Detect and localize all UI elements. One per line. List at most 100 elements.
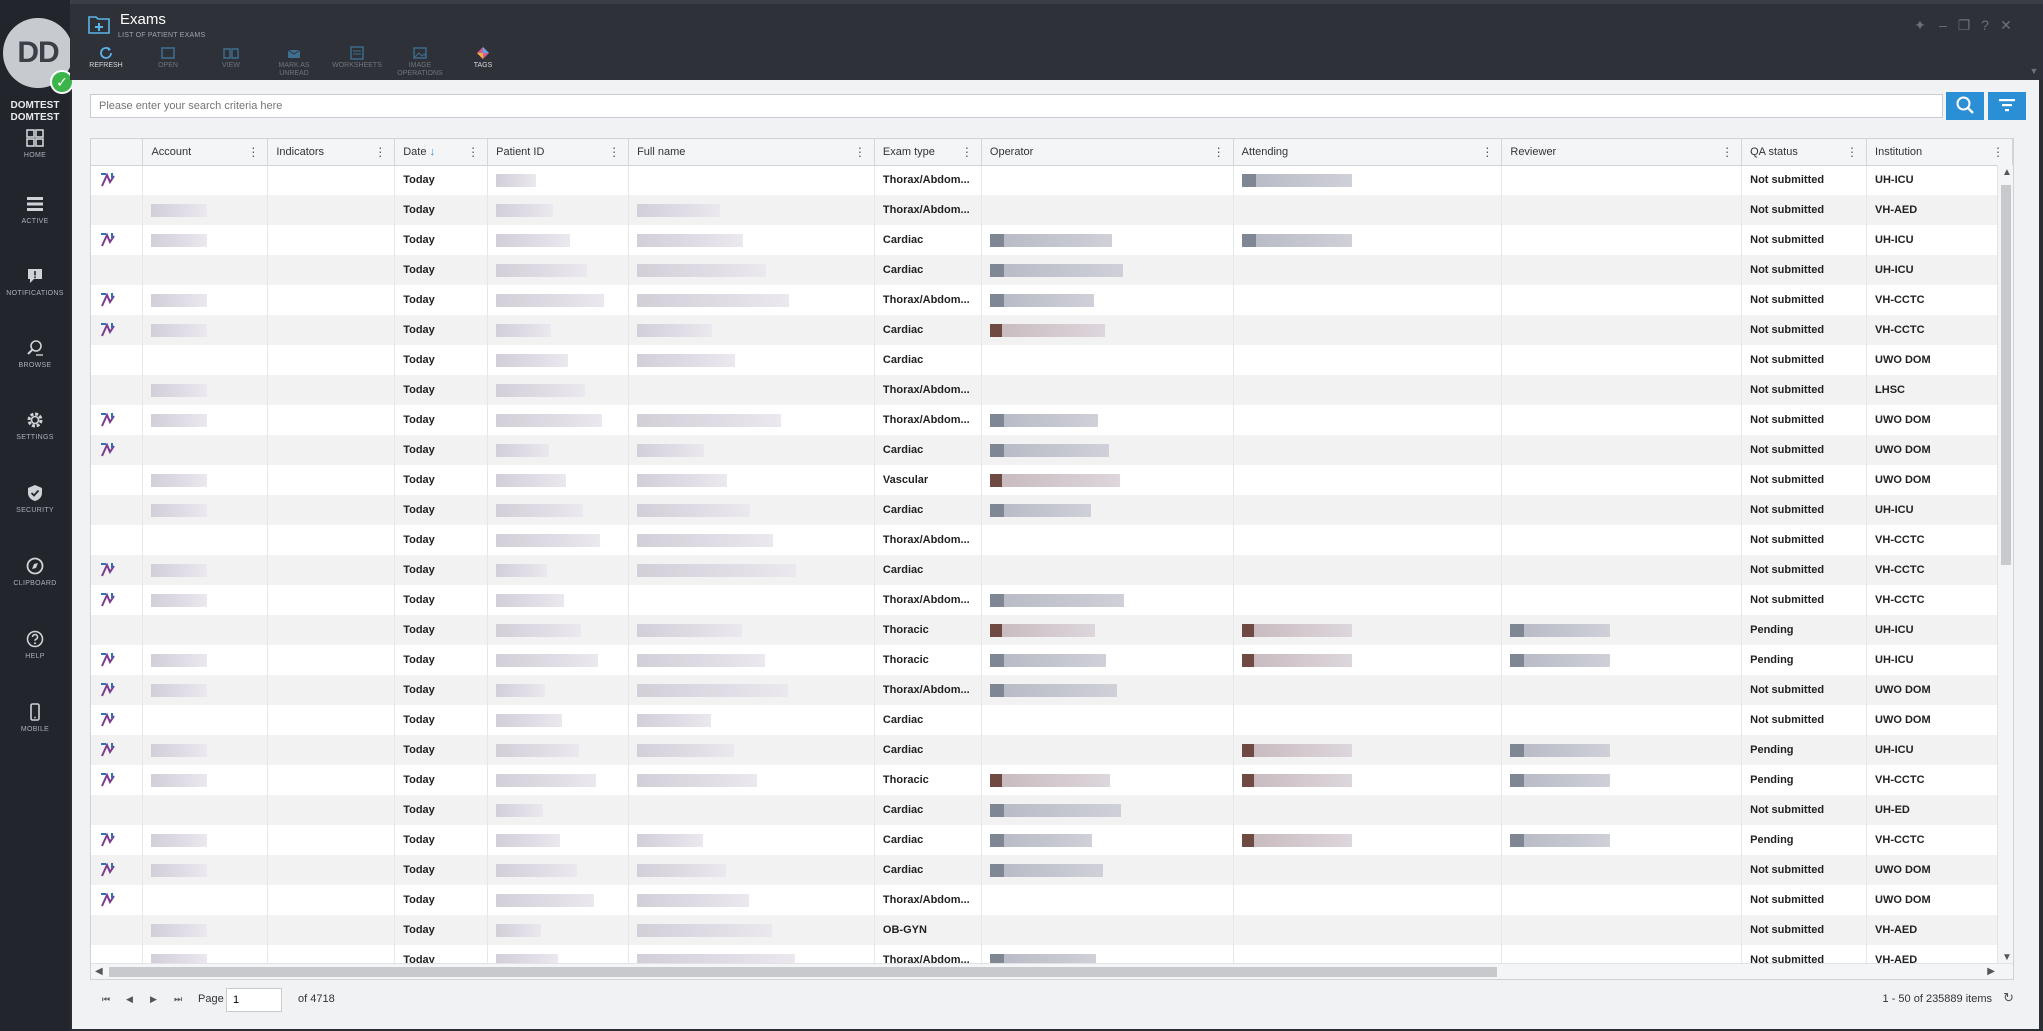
mark-as-unread-button[interactable]: MARK AS UNREAD <box>264 46 324 78</box>
measurement-tool-icon[interactable] <box>99 682 117 697</box>
nav-active[interactable]: ACTIVE <box>0 194 70 225</box>
last-page-icon[interactable]: ⏭ <box>174 994 182 1005</box>
column-header[interactable]: Reviewer ⋮ <box>1501 139 1743 166</box>
column-menu-icon[interactable]: ⋮ <box>247 145 259 159</box>
column-menu-icon[interactable]: ⋮ <box>1992 145 2004 159</box>
column-header[interactable]: Operator ⋮ <box>981 139 1234 166</box>
measurement-tool-icon[interactable] <box>99 712 117 727</box>
table-row[interactable]: Today Cardiac Not submitted VH-CCTC <box>91 555 2013 585</box>
measurement-tool-icon[interactable] <box>99 592 117 607</box>
nav-notifications[interactable]: NOTIFICATIONS <box>0 266 70 297</box>
refresh-button[interactable]: REFRESH <box>76 46 136 70</box>
table-row[interactable]: Today Cardiac Not submitted UWO DOM <box>91 705 2013 735</box>
measurement-tool-icon[interactable] <box>99 742 117 757</box>
chevron-down-icon[interactable]: ▼ <box>2025 62 2043 80</box>
open-button[interactable]: OPEN <box>138 46 198 70</box>
measurement-tool-icon[interactable] <box>99 442 117 457</box>
nav-home[interactable]: HOME <box>0 128 70 159</box>
column-header[interactable]: Attending ⋮ <box>1233 139 1503 166</box>
table-row[interactable]: Today Cardiac Not submitted UH-ICU <box>91 255 2013 285</box>
table-row[interactable]: Today Thorax/Abdom... Not submitted LHSC <box>91 375 2013 405</box>
table-row[interactable]: Today Cardiac Not submitted UH-ICU <box>91 495 2013 525</box>
column-header[interactable]: Exam type ⋮ <box>874 139 982 166</box>
measurement-tool-icon[interactable] <box>99 652 117 667</box>
table-row[interactable]: Today Thorax/Abdom... Not submitted UH-ICU <box>91 165 2013 195</box>
table-row[interactable]: Today Cardiac Not submitted UH-ICU <box>91 225 2013 255</box>
column-menu-icon[interactable]: ⋮ <box>374 145 386 159</box>
nav-clipboard[interactable]: CLIPBOARD <box>0 556 70 587</box>
restore-icon[interactable]: ❐ <box>1955 16 1973 34</box>
nav-mobile[interactable]: MOBILE <box>0 702 70 733</box>
table-row[interactable]: Today Cardiac Not submitted UWO DOM <box>91 855 2013 885</box>
column-menu-icon[interactable]: ⋮ <box>854 145 866 159</box>
chevron-down-icon[interactable]: ▼ <box>2002 952 2012 963</box>
table-row[interactable]: Today Thorax/Abdom... Not submitted UWO DOM <box>91 675 2013 705</box>
measurement-tool-icon[interactable] <box>99 322 117 337</box>
column-menu-icon[interactable]: ⋮ <box>608 145 620 159</box>
help-icon[interactable]: ? <box>1976 16 1994 34</box>
column-header[interactable]: Account ⋮ <box>142 139 269 166</box>
column-header[interactable]: Patient ID ⋮ <box>487 139 630 166</box>
table-row[interactable]: Today Thorax/Abdom... Not submitted UWO DOM <box>91 885 2013 915</box>
filter-button[interactable] <box>1988 92 2026 120</box>
measurement-tool-icon[interactable] <box>99 232 117 247</box>
column-menu-icon[interactable]: ⋮ <box>1846 145 1858 159</box>
first-page-icon[interactable]: ⏮ <box>102 994 110 1005</box>
measurement-tool-icon[interactable] <box>99 862 117 877</box>
prev-page-icon[interactable]: ◀ <box>126 994 133 1005</box>
table-row[interactable]: Today Thorax/Abdom... Not submitted VH-CCTC <box>91 585 2013 615</box>
measurement-tool-icon[interactable] <box>99 562 117 577</box>
refresh-icon[interactable]: ↻ <box>2003 990 2014 1006</box>
column-header[interactable] <box>91 139 144 166</box>
measurement-tool-icon[interactable] <box>99 172 117 187</box>
table-row[interactable]: Today Cardiac Not submitted VH-CCTC <box>91 315 2013 345</box>
table-row[interactable]: Today Vascular Not submitted UWO DOM <box>91 465 2013 495</box>
next-page-icon[interactable]: ▶ <box>150 994 157 1005</box>
chevron-right-icon[interactable]: ▶ <box>1987 966 1995 977</box>
search-button[interactable] <box>1946 92 1984 120</box>
nav-browse[interactable]: BROWSE <box>0 338 70 369</box>
table-row[interactable]: Today Thorax/Abdom... Not submitted VH-CCTC <box>91 525 2013 555</box>
column-header[interactable]: QA status ⋮ <box>1741 139 1868 166</box>
measurement-tool-icon[interactable] <box>99 772 117 787</box>
measurement-tool-icon[interactable] <box>99 832 117 847</box>
close-icon[interactable]: ✕ <box>1997 16 2015 34</box>
scroll-thumb[interactable] <box>109 967 1497 977</box>
nav-security[interactable]: SECURITY <box>0 483 70 514</box>
page-number-input[interactable] <box>226 988 282 1012</box>
column-menu-icon[interactable]: ⋮ <box>467 145 479 159</box>
pin-icon[interactable]: ✦ <box>1911 16 1929 34</box>
column-header[interactable]: Indicators ⋮ <box>267 139 396 166</box>
table-row[interactable]: Today Thoracic Pending UH-ICU <box>91 615 2013 645</box>
nav-help[interactable]: HELP <box>0 629 70 660</box>
worksheets-button[interactable]: WORKSHEETS <box>327 46 387 70</box>
table-row[interactable]: Today Thoracic Pending VH-CCTC <box>91 765 2013 795</box>
table-row[interactable]: Today Cardiac Not submitted UWO DOM <box>91 435 2013 465</box>
column-menu-icon[interactable]: ⋮ <box>1721 145 1733 159</box>
measurement-tool-icon[interactable] <box>99 892 117 907</box>
table-row[interactable]: Today Cardiac Not submitted UWO DOM <box>91 345 2013 375</box>
table-row[interactable]: Today Thorax/Abdom... Not submitted UWO DOM <box>91 405 2013 435</box>
column-menu-icon[interactable]: ⋮ <box>1213 145 1225 159</box>
column-header[interactable]: Full name ⋮ <box>628 139 875 166</box>
minimize-icon[interactable]: – <box>1934 16 1952 34</box>
table-row[interactable]: Today OB-GYN Not submitted VH-AED <box>91 915 2013 945</box>
table-row[interactable]: Today Cardiac Pending UH-ICU <box>91 735 2013 765</box>
column-menu-icon[interactable]: ⋮ <box>961 145 973 159</box>
table-row[interactable]: Today Cardiac Not submitted UH-ED <box>91 795 2013 825</box>
image-operations-button[interactable]: IMAGE OPERATIONS <box>390 46 450 78</box>
table-row[interactable]: Today Thoracic Pending UH-ICU <box>91 645 2013 675</box>
table-row[interactable]: Today Thorax/Abdom... Not submitted VH-AED <box>91 195 2013 225</box>
search-input[interactable] <box>90 94 1943 118</box>
chevron-left-icon[interactable]: ◀ <box>95 966 103 977</box>
table-row[interactable]: Today Cardiac Pending VH-CCTC <box>91 825 2013 855</box>
vertical-scrollbar[interactable]: ▲ ▼ <box>1997 165 2013 965</box>
column-menu-icon[interactable]: ⋮ <box>1481 145 1493 159</box>
tags-button[interactable]: TAGS <box>453 46 513 70</box>
horizontal-scrollbar[interactable]: ◀ ▶ <box>91 963 2013 979</box>
scroll-thumb[interactable] <box>2001 185 2011 565</box>
view-button[interactable]: VIEW <box>201 46 261 70</box>
column-header[interactable]: Date ↓ ⋮ <box>394 139 489 166</box>
nav-settings[interactable]: SETTINGS <box>0 410 70 441</box>
measurement-tool-icon[interactable] <box>99 292 117 307</box>
